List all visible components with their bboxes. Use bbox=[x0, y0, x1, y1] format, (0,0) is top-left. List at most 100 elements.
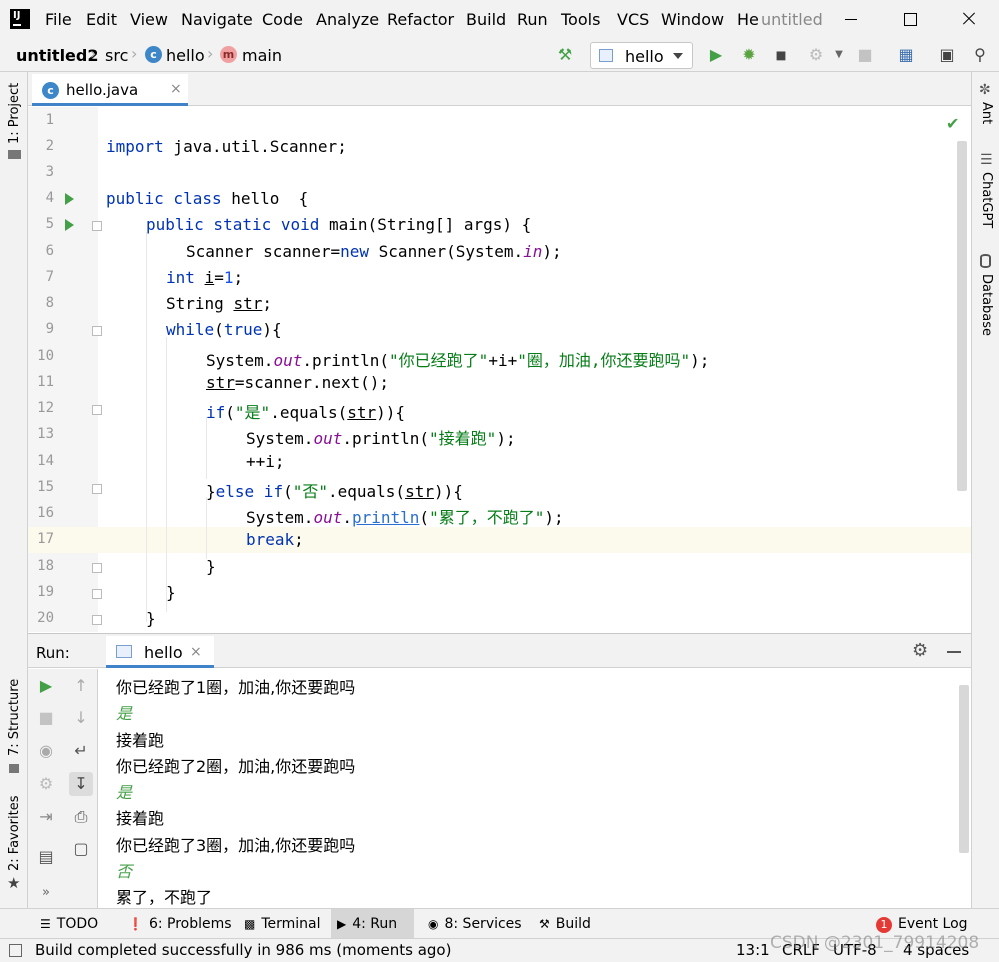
no-problems-check-icon[interactable]: ✔ bbox=[946, 114, 959, 133]
chevron-down-icon[interactable]: ▼ bbox=[829, 45, 849, 65]
code-line-17: break; bbox=[246, 530, 304, 549]
debug-icon[interactable]: ✹ bbox=[739, 45, 759, 65]
menu-view[interactable]: View bbox=[130, 10, 168, 29]
trash-icon[interactable]: ▢ bbox=[69, 837, 93, 861]
status-message: Build completed successfully in 986 ms (… bbox=[35, 941, 452, 959]
tool-windows-toggle-icon[interactable] bbox=[9, 944, 22, 957]
menu-tools[interactable]: Tools bbox=[561, 10, 600, 29]
menu-edit[interactable]: Edit bbox=[86, 10, 117, 29]
stop-icon[interactable]: ■ bbox=[855, 45, 875, 65]
menu-analyze[interactable]: Analyze bbox=[316, 10, 379, 29]
line-number: 9 bbox=[45, 321, 54, 337]
caret-position[interactable]: 13:1 bbox=[736, 941, 770, 959]
menu-refactor[interactable]: Refactor bbox=[387, 10, 454, 29]
arrow-up-icon[interactable]: ↑ bbox=[69, 674, 93, 698]
ant-tool-button[interactable]: Ant bbox=[979, 102, 994, 124]
run-icon[interactable]: ▶ bbox=[706, 45, 726, 65]
run-tab-hello[interactable]: hello × bbox=[106, 636, 214, 668]
menu-navigate[interactable]: Navigate bbox=[181, 10, 253, 29]
soft-wrap-icon[interactable]: ↵ bbox=[69, 739, 93, 763]
chatgpt-tool-button[interactable]: ChatGPT bbox=[979, 172, 994, 228]
fold-marker-icon[interactable] bbox=[92, 589, 102, 599]
tab-hello-java[interactable]: c hello.java × bbox=[32, 74, 188, 106]
line-number: 6 bbox=[45, 243, 54, 259]
scroll-to-end-icon[interactable]: ↧ bbox=[69, 772, 93, 796]
layout-icon[interactable]: ▤ bbox=[34, 845, 58, 869]
breadcrumb-separator-icon: › bbox=[90, 44, 97, 63]
run-configuration-dropdown[interactable]: hello bbox=[590, 42, 693, 69]
menu-file[interactable]: File bbox=[45, 10, 72, 29]
search-icon[interactable]: ⚲ bbox=[970, 45, 990, 65]
fold-marker-icon[interactable] bbox=[92, 326, 102, 336]
console-line: 累了，不跑了 bbox=[116, 888, 213, 907]
code-editor[interactable]: 1 2 3 4 5 6 7 8 9 10 11 12 13 14 15 16 1… bbox=[28, 107, 971, 632]
camera-icon[interactable]: ◉ bbox=[34, 739, 58, 763]
menu-window[interactable]: Window bbox=[661, 10, 724, 29]
code-line-6: Scanner scanner=new Scanner(System.in); bbox=[186, 242, 562, 261]
gear-icon[interactable]: ⚙ bbox=[912, 640, 928, 661]
presentation-icon[interactable]: ▣ bbox=[937, 45, 957, 65]
breadcrumb-src[interactable]: src bbox=[105, 46, 128, 65]
coverage-icon[interactable]: ◾ bbox=[771, 45, 791, 65]
console-line: 你已经跑了1圈，加油,你还要跑吗 bbox=[116, 678, 356, 697]
fold-marker-icon[interactable] bbox=[92, 484, 102, 494]
menu-build[interactable]: Build bbox=[466, 10, 506, 29]
stop-icon[interactable]: ■ bbox=[34, 706, 58, 730]
services-tool-button[interactable]: ◉ 8: Services bbox=[422, 909, 528, 939]
build-hammer-icon[interactable]: ⚒ bbox=[555, 45, 575, 65]
arrow-down-icon[interactable]: ↓ bbox=[69, 706, 93, 730]
menu-help[interactable]: He bbox=[737, 10, 759, 29]
fold-marker-icon[interactable] bbox=[92, 405, 102, 415]
fold-marker-icon[interactable] bbox=[92, 563, 102, 573]
project-structure-icon[interactable]: ▦ bbox=[896, 45, 916, 65]
list-icon: ☰ bbox=[40, 917, 51, 931]
minimize-button[interactable] bbox=[831, 4, 871, 34]
menu-run[interactable]: Run bbox=[517, 10, 548, 29]
breadcrumb-project[interactable]: untitled2 bbox=[16, 46, 98, 65]
close-tab-icon[interactable]: × bbox=[170, 81, 182, 97]
line-number: 20 bbox=[37, 610, 54, 626]
line-number: 12 bbox=[37, 400, 54, 416]
console-line: 你已经跑了2圈，加油,你还要跑吗 bbox=[116, 757, 356, 776]
editor-scrollbar[interactable] bbox=[957, 141, 967, 491]
run-tool-button[interactable]: ▶ 4: Run bbox=[331, 909, 414, 939]
build-tool-button[interactable]: ⚒ Build bbox=[533, 909, 597, 939]
todo-tool-button[interactable]: ☰ TODO bbox=[34, 909, 104, 939]
indent-guide bbox=[146, 232, 147, 622]
code-line-19: } bbox=[166, 583, 176, 602]
run-class-gutter-icon[interactable] bbox=[65, 193, 74, 205]
console-output[interactable]: 你已经跑了1圈，加油,你还要跑吗 是 接着跑 你已经跑了2圈，加油,你还要跑吗 … bbox=[99, 669, 971, 908]
fold-marker-icon[interactable] bbox=[92, 221, 102, 231]
code-line-2: import java.util.Scanner; bbox=[106, 137, 347, 156]
settings-disabled-icon[interactable]: ⚙ bbox=[34, 772, 58, 796]
console-scrollbar[interactable] bbox=[959, 685, 969, 853]
menu-code[interactable]: Code bbox=[262, 10, 303, 29]
menu-vcs[interactable]: VCS bbox=[617, 10, 649, 29]
breadcrumb-method[interactable]: main bbox=[242, 46, 282, 65]
menu-bar: IJ File Edit View Navigate Code Analyze … bbox=[0, 0, 999, 38]
print-icon[interactable]: ⎙ bbox=[69, 805, 93, 829]
database-tool-button[interactable]: Database bbox=[979, 274, 994, 336]
breadcrumb-class[interactable]: hello bbox=[166, 46, 205, 65]
profiler-icon[interactable]: ⚙ bbox=[806, 45, 826, 65]
run-main-gutter-icon[interactable] bbox=[65, 219, 74, 231]
code-line-7: int i=1; bbox=[166, 268, 244, 287]
project-tool-button[interactable]: 1: Project bbox=[7, 83, 22, 144]
rerun-icon[interactable]: ▶ bbox=[34, 674, 58, 698]
maximize-button[interactable] bbox=[890, 4, 930, 34]
indent-guide bbox=[206, 417, 207, 479]
login-icon[interactable]: ⇥ bbox=[34, 805, 58, 829]
hide-panel-icon[interactable] bbox=[947, 651, 961, 653]
favorites-tool-button[interactable]: 2: Favorites bbox=[7, 795, 22, 871]
csdn-watermark: CSDN @2301_79914208 bbox=[770, 933, 980, 953]
problems-tool-button[interactable]: ❗ 6: Problems bbox=[122, 909, 238, 939]
window-title: untitled bbox=[761, 10, 823, 29]
close-window-button[interactable] bbox=[950, 4, 990, 34]
fold-marker-icon[interactable] bbox=[92, 615, 102, 625]
structure-tool-button[interactable]: 7: Structure bbox=[7, 679, 22, 756]
terminal-tool-button[interactable]: ▩ Terminal bbox=[238, 909, 327, 939]
close-tab-icon[interactable]: × bbox=[190, 644, 202, 660]
code-line-13: System.out.println("接着跑"); bbox=[246, 429, 516, 448]
intellij-logo-icon[interactable]: IJ bbox=[10, 9, 30, 29]
more-icon[interactable]: » bbox=[34, 881, 58, 905]
